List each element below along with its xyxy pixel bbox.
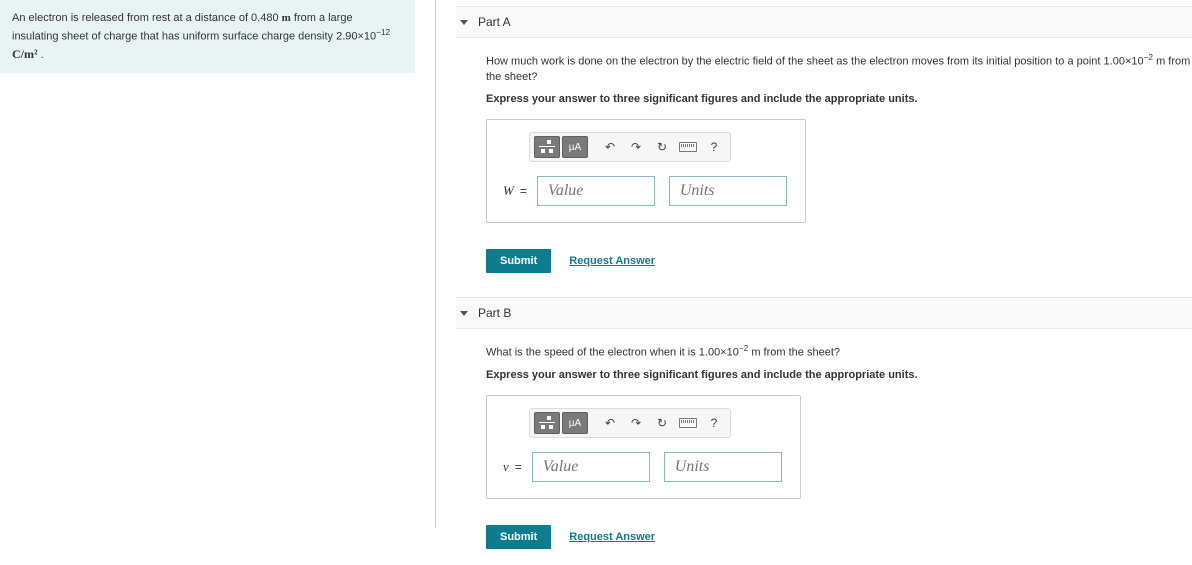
part-a-submit-button[interactable]: Submit: [486, 249, 551, 273]
exponent: −12: [376, 28, 390, 37]
part-b-submit-button[interactable]: Submit: [486, 525, 551, 549]
mu-a-icon[interactable]: µA: [562, 412, 588, 434]
part-a-header[interactable]: Part A: [456, 7, 1192, 38]
part-b-question: What is the speed of the electron when i…: [486, 343, 1192, 361]
part-a-instruction: Express your answer to three significant…: [486, 93, 1192, 105]
part-b-body: What is the speed of the electron when i…: [456, 329, 1192, 565]
problem-panel: An electron is released from rest at a d…: [0, 0, 415, 528]
redo-icon[interactable]: ↷: [624, 136, 648, 158]
part-a-toolbar: µA ↶ ↷ ↻ ?: [529, 132, 731, 162]
page: An electron is released from rest at a d…: [0, 0, 1192, 528]
part-b-toolbar: µA ↶ ↷ ↻ ?: [529, 408, 731, 438]
part-a-answer-frame: µA ↶ ↷ ↻ ? W =: [486, 119, 806, 223]
qa-exp: −2: [1144, 53, 1153, 62]
part-a-title: Part A: [478, 15, 511, 29]
qb-unit: m: [751, 347, 760, 359]
undo-icon[interactable]: ↶: [598, 136, 622, 158]
help-icon[interactable]: ?: [702, 136, 726, 158]
part-a-value-input[interactable]: [537, 176, 655, 206]
unit-cm2: C/m²: [12, 47, 38, 61]
part-b-instruction: Express your answer to three significant…: [486, 369, 1192, 381]
qa-pre: How much work is done on the electron by…: [486, 56, 1144, 68]
part-a-variable: W: [503, 183, 514, 199]
problem-text-3: .: [38, 49, 44, 61]
keyboard-icon[interactable]: [676, 136, 700, 158]
part-a-actions: Submit Request Answer: [486, 237, 1192, 279]
qb-exp: −2: [739, 344, 748, 353]
undo-icon[interactable]: ↶: [598, 412, 622, 434]
reset-icon[interactable]: ↻: [650, 136, 674, 158]
part-b-header[interactable]: Part B: [456, 297, 1192, 329]
help-icon[interactable]: ?: [702, 412, 726, 434]
caret-down-icon: [460, 311, 468, 316]
part-a-question: How much work is done on the electron by…: [486, 52, 1192, 85]
part-b-request-answer-link[interactable]: Request Answer: [569, 531, 655, 543]
reset-icon[interactable]: ↻: [650, 412, 674, 434]
part-b-input-row: v =: [487, 438, 800, 498]
equals-sign: =: [515, 460, 522, 474]
problem-text-1: An electron is released from rest at a d…: [12, 12, 282, 24]
part-a-units-input[interactable]: [669, 176, 787, 206]
caret-down-icon: [460, 20, 468, 25]
vertical-divider: [435, 0, 436, 528]
part-b-value-input[interactable]: [532, 452, 650, 482]
qb-pre: What is the speed of the electron when i…: [486, 347, 739, 359]
mu-a-icon[interactable]: µA: [562, 136, 588, 158]
part-a-body: How much work is done on the electron by…: [456, 38, 1192, 289]
part-a-block: Part A How much work is done on the elec…: [456, 7, 1192, 289]
part-a-input-row: W =: [487, 162, 805, 222]
part-a-request-answer-link[interactable]: Request Answer: [569, 255, 655, 267]
equals-sign: =: [520, 184, 527, 198]
part-b-variable: v: [503, 459, 509, 475]
qb-post: from the sheet?: [761, 347, 841, 359]
part-b-actions: Submit Request Answer: [486, 513, 1192, 555]
unit-m: m: [282, 12, 291, 24]
part-b-answer-frame: µA ↶ ↷ ↻ ? v =: [486, 395, 801, 499]
keyboard-icon[interactable]: [676, 412, 700, 434]
fraction-template-icon[interactable]: [534, 412, 560, 434]
part-b-units-input[interactable]: [664, 452, 782, 482]
qa-unit: m: [1156, 56, 1165, 68]
problem-text-2: insulating sheet of charge that has unif…: [12, 30, 376, 42]
redo-icon[interactable]: ↷: [624, 412, 648, 434]
answer-panel: Part A How much work is done on the elec…: [456, 0, 1192, 528]
problem-text-1b: from a large: [291, 12, 353, 24]
part-b-title: Part B: [478, 306, 511, 320]
part-b-block: Part B What is the speed of the electron…: [456, 297, 1192, 565]
fraction-template-icon[interactable]: [534, 136, 560, 158]
problem-statement: An electron is released from rest at a d…: [0, 0, 415, 73]
